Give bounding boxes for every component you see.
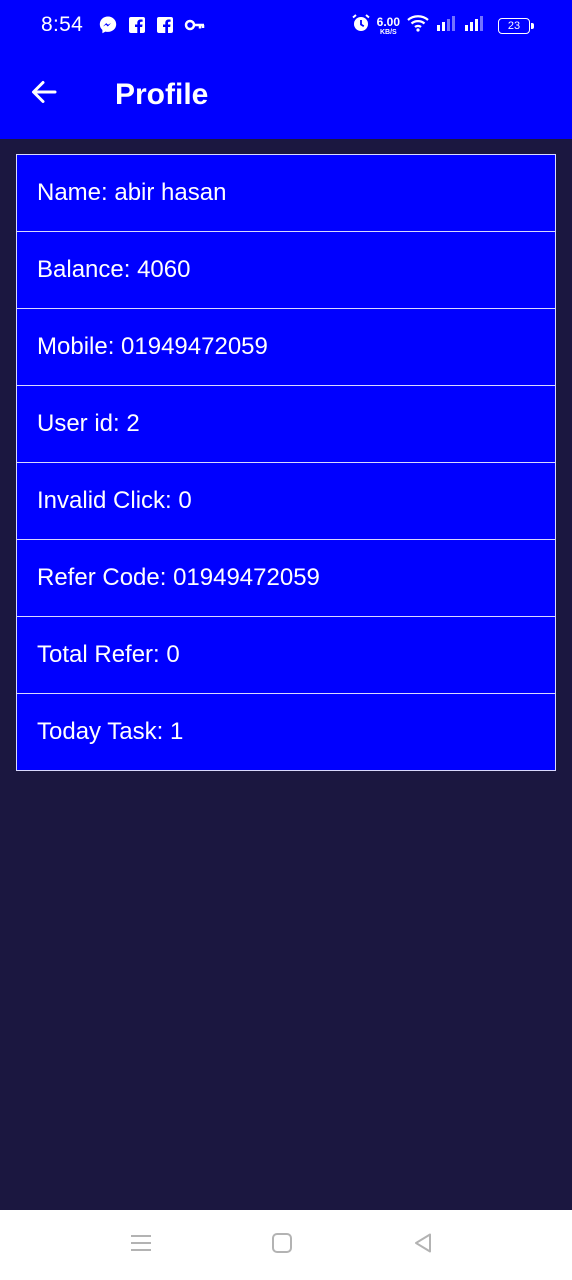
profile-row-refer-code: Refer Code: 01949472059 bbox=[16, 539, 556, 617]
network-speed-unit: KB/S bbox=[379, 28, 397, 36]
notification-icons bbox=[98, 15, 206, 35]
battery-icon: 23 bbox=[498, 17, 534, 34]
profile-row-label: Name: abir hasan bbox=[37, 179, 227, 206]
network-speed: 6.00 KB/S bbox=[377, 16, 400, 36]
back-icon bbox=[412, 1232, 434, 1259]
facebook-icon bbox=[156, 16, 174, 34]
top-header: 8:54 6.00 KB/S 23 Profile bbox=[0, 0, 572, 139]
arrow-left-icon bbox=[30, 78, 58, 111]
network-speed-value: 6.00 bbox=[376, 14, 400, 29]
profile-row-label: Refer Code: 01949472059 bbox=[37, 564, 320, 591]
system-back-button[interactable] bbox=[406, 1228, 440, 1262]
profile-row-user-id: User id: 2 bbox=[16, 385, 556, 463]
profile-row-balance: Balance: 4060 bbox=[16, 231, 556, 309]
system-icons: 6.00 KB/S 23 bbox=[351, 13, 534, 38]
profile-row-label: Invalid Click: 0 bbox=[37, 487, 192, 514]
status-time: 8:54 bbox=[41, 13, 84, 36]
profile-row-label: Balance: 4060 bbox=[37, 256, 191, 283]
system-navigation-bar bbox=[0, 1210, 572, 1280]
battery-level: 23 bbox=[507, 19, 521, 32]
menu-icon bbox=[130, 1232, 152, 1259]
home-button[interactable] bbox=[265, 1228, 299, 1262]
wifi-icon bbox=[406, 13, 430, 38]
signal-icon bbox=[436, 14, 458, 37]
profile-list: Name: abir hasan Balance: 4060 Mobile: 0… bbox=[16, 154, 556, 771]
profile-row-label: User id: 2 bbox=[37, 410, 140, 437]
back-button[interactable] bbox=[22, 72, 66, 116]
profile-row-total-refer: Total Refer: 0 bbox=[16, 616, 556, 694]
profile-row-name: Name: abir hasan bbox=[16, 154, 556, 232]
signal-icon bbox=[464, 14, 486, 37]
app-bar: Profile bbox=[0, 52, 572, 139]
status-bar: 8:54 6.00 KB/S 23 bbox=[0, 0, 572, 52]
profile-row-label: Total Refer: 0 bbox=[37, 641, 180, 668]
profile-row-label: Today Task: 1 bbox=[37, 718, 184, 745]
profile-row-today-task: Today Task: 1 bbox=[16, 693, 556, 771]
facebook-icon bbox=[128, 16, 146, 34]
page-title: Profile bbox=[115, 78, 209, 111]
profile-row-mobile: Mobile: 01949472059 bbox=[16, 308, 556, 386]
messenger-icon bbox=[98, 15, 118, 35]
profile-row-label: Mobile: 01949472059 bbox=[37, 333, 268, 360]
alarm-icon bbox=[351, 13, 371, 38]
home-icon bbox=[271, 1232, 293, 1259]
recent-apps-button[interactable] bbox=[124, 1228, 158, 1262]
key-icon bbox=[184, 17, 206, 33]
profile-row-invalid-click: Invalid Click: 0 bbox=[16, 462, 556, 540]
